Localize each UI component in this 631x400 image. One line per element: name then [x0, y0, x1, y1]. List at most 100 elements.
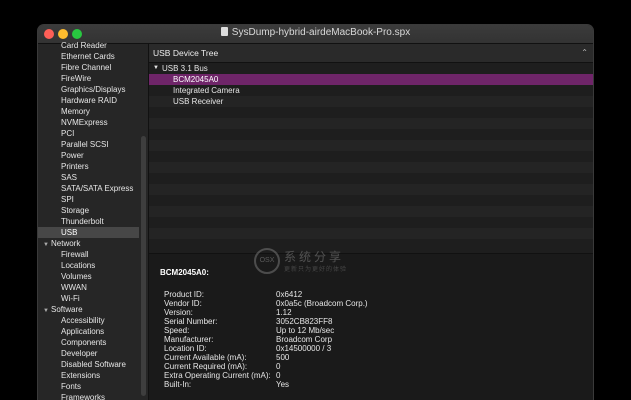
- sidebar-item-label: FireWire: [61, 74, 92, 83]
- sidebar-item[interactable]: Power: [38, 150, 139, 161]
- detail-row: Extra Operating Current (mA): 0: [164, 371, 584, 380]
- detail-value: Yes: [276, 380, 290, 389]
- sidebar-item[interactable]: SPI: [38, 194, 139, 205]
- detail-row: Speed: Up to 12 Mb/sec: [164, 326, 584, 335]
- sidebar-item[interactable]: NVMExpress: [38, 117, 139, 128]
- sidebar-item-label: Firewall: [61, 250, 89, 259]
- sidebar-item[interactable]: USB: [38, 227, 139, 238]
- sidebar-item[interactable]: PCI: [38, 128, 139, 139]
- detail-row: Vendor ID: 0x0a5c (Broadcom Corp.): [164, 299, 584, 308]
- detail-key: Product ID:: [164, 290, 205, 299]
- app-window: SysDump-hybrid-airdeMacBook-Pro.spx Card…: [38, 25, 593, 400]
- sidebar-item-label: Wi-Fi: [61, 294, 80, 303]
- sidebar-item[interactable]: Thunderbolt: [38, 216, 139, 227]
- collapse-chevron-icon[interactable]: ⌃: [581, 44, 588, 62]
- empty-row: [149, 206, 593, 217]
- sidebar-item-label: Parallel SCSI: [61, 140, 109, 149]
- sidebar-item[interactable]: Memory: [38, 106, 139, 117]
- empty-row: [149, 118, 593, 129]
- sidebar-item[interactable]: SAS: [38, 172, 139, 183]
- watermark-line2: 更新只为更好的体验: [284, 267, 348, 273]
- detail-row: Current Required (mA): 0: [164, 362, 584, 371]
- detail-key: Location ID:: [164, 344, 207, 353]
- disclosure-triangle-icon[interactable]: ▼: [153, 63, 159, 74]
- sidebar-item-label: Power: [61, 151, 84, 160]
- detail-value: Up to 12 Mb/sec: [276, 326, 335, 335]
- sidebar-item[interactable]: Hardware RAID: [38, 95, 139, 106]
- detail-row: Version: 1.12: [164, 308, 584, 317]
- tree-row[interactable]: Integrated Camera: [149, 85, 593, 96]
- empty-row: [149, 217, 593, 228]
- sidebar-item[interactable]: Wi-Fi: [38, 293, 139, 304]
- empty-row: [149, 162, 593, 173]
- detail-key: Current Required (mA):: [164, 362, 248, 371]
- tree-row[interactable]: USB Receiver: [149, 96, 593, 107]
- sidebar-item[interactable]: Ethernet Cards: [38, 51, 139, 62]
- sidebar-item[interactable]: Card Reader: [38, 40, 139, 51]
- empty-row: [149, 140, 593, 151]
- empty-row: [149, 151, 593, 162]
- sidebar-item[interactable]: Parallel SCSI: [38, 139, 139, 150]
- device-tree[interactable]: ▼ USB 3.1 Bus BCM2045A0 Integrated Camera US…: [149, 63, 593, 253]
- sidebar-item-label: PCI: [61, 129, 75, 138]
- sidebar-item-label: SATA/SATA Express: [61, 184, 134, 193]
- detail-key: Extra Operating Current (mA):: [164, 371, 271, 380]
- sidebar-item[interactable]: WWAN: [38, 282, 139, 293]
- watermark: OSX 系统分享 更新只为更好的体验: [254, 246, 404, 286]
- sidebar-item-label: Volumes: [61, 272, 92, 281]
- sidebar-item-label: Card Reader: [61, 41, 107, 50]
- sidebar-item-label: Printers: [61, 162, 89, 171]
- sidebar-item[interactable]: Fonts: [38, 381, 139, 392]
- sidebar-item[interactable]: Frameworks: [38, 392, 139, 400]
- detail-value: 0x14500000 / 3: [276, 344, 332, 353]
- sidebar-item[interactable]: Graphics/Displays: [38, 84, 139, 95]
- detail-value: 1.12: [276, 308, 292, 317]
- detail-row: Current Available (mA): 500: [164, 353, 584, 362]
- sidebar-item[interactable]: Storage: [38, 205, 139, 216]
- sidebar-item[interactable]: Accessibility: [38, 315, 139, 326]
- main-pane: USB Device Tree ⌃ ▼ USB 3.1 Bus BCM2045A0 I…: [149, 44, 593, 400]
- sidebar-item[interactable]: Firewall: [38, 249, 139, 260]
- sidebar-item-label: Thunderbolt: [61, 217, 104, 226]
- sidebar-item-label: Software: [51, 305, 83, 314]
- sidebar-item-label: Ethernet Cards: [61, 52, 115, 61]
- sidebar-item[interactable]: Printers: [38, 161, 139, 172]
- tree-row-label: USB Receiver: [173, 97, 224, 106]
- sidebar-item-label: SAS: [61, 173, 78, 182]
- sidebar-item[interactable]: Locations: [38, 260, 139, 271]
- detail-key: Vendor ID:: [164, 299, 202, 308]
- sidebar-item-label: Memory: [61, 107, 90, 116]
- detail-value: 3052CB823FF8: [276, 317, 333, 326]
- sidebar-item[interactable]: Developer: [38, 348, 139, 359]
- sidebar-item[interactable]: FireWire: [38, 73, 139, 84]
- sidebar-scrollbar[interactable]: [141, 136, 146, 396]
- sidebar-item-label: Hardware RAID: [61, 96, 118, 105]
- window-title-wrap: SysDump-hybrid-airdeMacBook-Pro.spx: [38, 27, 593, 38]
- tree-row[interactable]: ▼ USB 3.1 Bus: [149, 63, 593, 74]
- sidebar-item-label: Fibre Channel: [61, 63, 112, 72]
- sidebar-item[interactable]: Fibre Channel: [38, 62, 139, 73]
- detail-value: 0: [276, 362, 281, 371]
- sidebar-category[interactable]: ▼ Network: [38, 238, 139, 249]
- sidebar-item[interactable]: Disabled Software: [38, 359, 139, 370]
- detail-key: Version:: [164, 308, 193, 317]
- sidebar-item[interactable]: Extensions: [38, 370, 139, 381]
- detail-title: BCM2045A0:: [160, 268, 209, 277]
- detail-key: Speed:: [164, 326, 190, 335]
- detail-row: Location ID: 0x14500000 / 3: [164, 344, 584, 353]
- sidebar-item-label: SPI: [61, 195, 74, 204]
- detail-value: Broadcom Corp: [276, 335, 333, 344]
- empty-row: [149, 129, 593, 140]
- sidebar-item-label: Developer: [61, 349, 98, 358]
- sidebar-item[interactable]: Components: [38, 337, 139, 348]
- sidebar-item-label: Graphics/Displays: [61, 85, 126, 94]
- device-tree-header[interactable]: USB Device Tree ⌃: [149, 44, 593, 63]
- sidebar-item[interactable]: Applications: [38, 326, 139, 337]
- sidebar-item[interactable]: Volumes: [38, 271, 139, 282]
- sidebar-category[interactable]: ▼ Software: [38, 304, 139, 315]
- sidebar-item[interactable]: SATA/SATA Express: [38, 183, 139, 194]
- sidebar-item-label: Applications: [61, 327, 105, 336]
- window-title: SysDump-hybrid-airdeMacBook-Pro.spx: [231, 27, 411, 38]
- sidebar[interactable]: Card Reader Ethernet Cards Fibre Channel Fi…: [38, 41, 148, 400]
- tree-row[interactable]: BCM2045A0: [149, 74, 593, 85]
